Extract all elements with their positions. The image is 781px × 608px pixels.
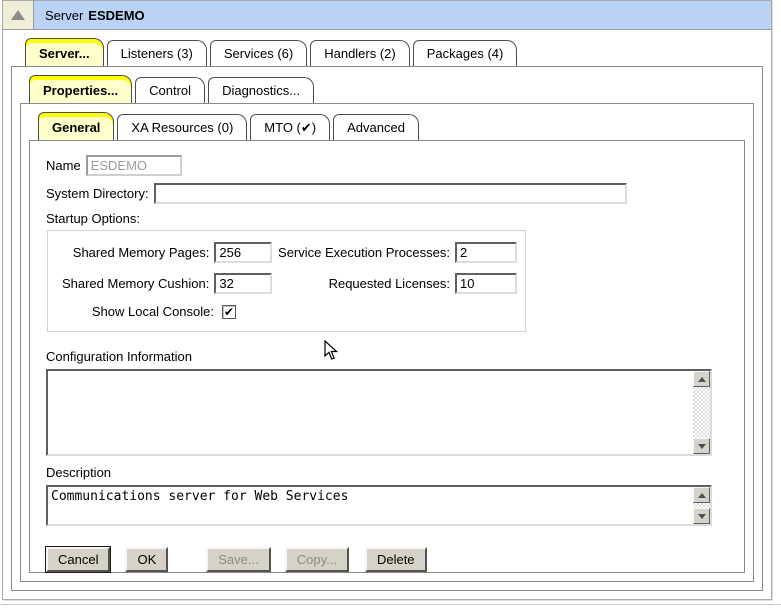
title-prefix: Server [45, 8, 83, 23]
description-box: Communications server for Web Services [46, 485, 712, 526]
system-directory-label: System Directory: [46, 186, 149, 201]
startup-options-group: Shared Memory Pages: Service Execution P… [47, 230, 526, 332]
arrow-up-icon [698, 373, 706, 382]
requested-licenses-field[interactable] [455, 273, 517, 294]
configuration-information-textarea[interactable] [48, 371, 693, 454]
system-directory-row: System Directory: [46, 183, 744, 204]
startup-row-3: Show Local Console: ✔ [56, 304, 517, 319]
tab-bar-properties-level: Properties... Control Diagnostics... [29, 75, 754, 103]
configuration-information-label: Configuration Information [46, 349, 744, 364]
name-row: Name [46, 155, 744, 176]
shared-memory-pages-field[interactable] [214, 242, 272, 263]
tab-services[interactable]: Services (6) [210, 40, 307, 66]
requested-licenses-label: Requested Licenses: [272, 276, 450, 291]
collapse-button[interactable] [3, 1, 34, 29]
tab-server[interactable]: Server... [25, 38, 104, 66]
show-local-console-label: Show Local Console: [56, 304, 214, 319]
shared-memory-cushion-label: Shared Memory Cushion: [56, 276, 209, 291]
tab-general[interactable]: General [38, 112, 114, 140]
tab-listeners[interactable]: Listeners (3) [107, 40, 207, 66]
arrow-up-icon [698, 489, 706, 498]
scroll-up-button[interactable] [693, 487, 710, 503]
ok-button[interactable]: OK [125, 547, 168, 572]
delete-button[interactable]: Delete [365, 547, 427, 572]
tab-diagnostics[interactable]: Diagnostics... [208, 77, 314, 103]
tab-control[interactable]: Control [135, 77, 205, 103]
tab-properties[interactable]: Properties... [29, 75, 132, 103]
service-execution-processes-label: Service Execution Processes: [272, 245, 450, 260]
description-textarea[interactable]: Communications server for Web Services [48, 487, 693, 524]
description-scrollbar[interactable] [693, 487, 710, 524]
arrow-down-icon [698, 444, 706, 453]
scroll-down-button[interactable] [693, 508, 710, 524]
general-panel: Name System Directory: Startup Options: [29, 140, 745, 573]
name-field [86, 155, 182, 176]
tab-bar-server-level: Server... Listeners (3) Services (6) Han… [25, 38, 763, 66]
save-button[interactable]: Save... [206, 547, 270, 572]
scroll-down-button[interactable] [693, 438, 710, 454]
configuration-scrollbar[interactable] [693, 371, 710, 454]
show-local-console-checkbox[interactable]: ✔ [222, 305, 236, 319]
page-bottom-divider [0, 604, 781, 605]
service-execution-processes-field[interactable] [455, 242, 517, 263]
startup-row-2: Shared Memory Cushion: Requested License… [56, 273, 517, 294]
tab-bar-general-level: General XA Resources (0) MTO (✔) Advance… [38, 112, 745, 140]
properties-panel: General XA Resources (0) MTO (✔) Advance… [20, 103, 754, 582]
server-panel: Properties... Control Diagnostics... Gen… [11, 66, 763, 591]
cancel-button[interactable]: Cancel [46, 547, 110, 572]
copy-button[interactable]: Copy... [285, 547, 349, 572]
scroll-up-button[interactable] [693, 371, 710, 387]
name-label: Name [46, 158, 81, 173]
tab-advanced[interactable]: Advanced [333, 114, 419, 140]
server-admin-window: Server ESDEMO Server... Listeners (3) Se… [2, 0, 772, 600]
tab-xa-resources[interactable]: XA Resources (0) [117, 114, 247, 140]
server-name: ESDEMO [88, 8, 144, 23]
tab-mto[interactable]: MTO (✔) [250, 114, 330, 140]
configuration-information-box [46, 369, 712, 456]
server-panel-content: Properties... Control Diagnostics... Gen… [12, 67, 762, 590]
general-form: Name System Directory: Startup Options: [30, 141, 744, 572]
system-directory-field[interactable] [154, 183, 627, 204]
arrow-down-icon [698, 514, 706, 523]
title-strip: Server ESDEMO [34, 1, 771, 29]
title-bar: Server ESDEMO [3, 1, 771, 30]
description-label: Description [46, 465, 744, 480]
tab-packages[interactable]: Packages (4) [413, 40, 518, 66]
shared-memory-pages-label: Shared Memory Pages: [56, 245, 209, 260]
properties-panel-content: General XA Resources (0) MTO (✔) Advance… [21, 104, 753, 581]
shared-memory-cushion-field[interactable] [214, 273, 272, 294]
triangle-up-icon [11, 10, 25, 20]
startup-options-label: Startup Options: [46, 211, 744, 226]
startup-row-1: Shared Memory Pages: Service Execution P… [56, 242, 517, 263]
window-content: Server... Listeners (3) Services (6) Han… [3, 30, 771, 600]
action-buttons: Cancel OK Save... Copy... Delete [46, 547, 744, 572]
tab-handlers[interactable]: Handlers (2) [310, 40, 410, 66]
